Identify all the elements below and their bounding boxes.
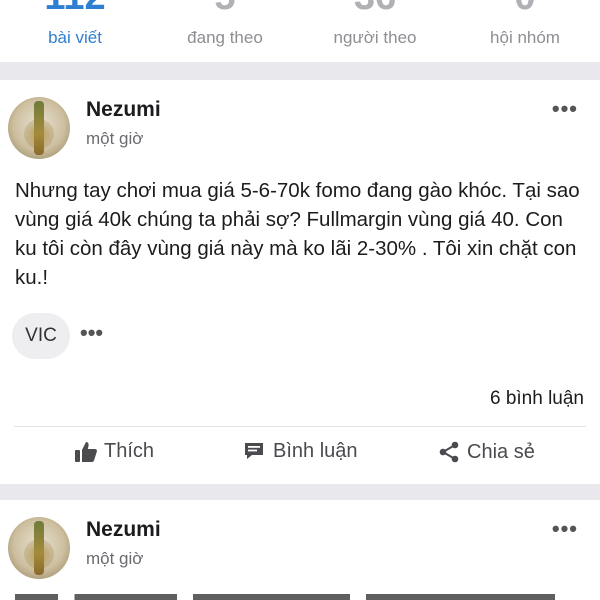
stat-followers-count: 36 bbox=[300, 0, 450, 16]
stat-followers[interactable]: 36 người theo bbox=[300, 0, 450, 62]
like-label: Thích bbox=[104, 440, 155, 462]
post-time: một giờ bbox=[86, 549, 144, 568]
post-author[interactable]: Nezumi bbox=[86, 98, 161, 122]
share-label: Chia sẻ bbox=[467, 440, 535, 463]
stat-groups-label: hội nhóm bbox=[490, 28, 560, 47]
stat-posts-count: 112 bbox=[0, 0, 150, 16]
divider bbox=[14, 426, 586, 427]
post-body: Nhưng tay chơi mua giá 5-6-70k fomo đang… bbox=[15, 179, 580, 289]
avatar[interactable] bbox=[8, 517, 70, 579]
stat-posts-label: bài viết bbox=[48, 28, 102, 47]
post-body-cutoff bbox=[15, 592, 590, 600]
stat-followers-label: người theo bbox=[333, 28, 417, 47]
stat-following[interactable]: 5 đang theo bbox=[150, 0, 300, 62]
comment-button[interactable]: Bình luận bbox=[243, 440, 358, 463]
stat-groups-count: 0 bbox=[450, 0, 600, 16]
comment-count[interactable]: 6 bình luận bbox=[490, 388, 584, 410]
profile-stats-bar: 112 bài viết 5 đang theo 36 người theo 0… bbox=[0, 0, 600, 62]
stat-following-count: 5 bbox=[150, 0, 300, 16]
post-card: Nezumi một giờ ••• bbox=[0, 500, 600, 600]
stat-posts[interactable]: 112 bài viết bbox=[0, 0, 150, 62]
stat-groups[interactable]: 0 hội nhóm bbox=[450, 0, 600, 62]
post-options-button[interactable]: ••• bbox=[552, 96, 578, 122]
share-icon bbox=[439, 441, 459, 463]
stock-tag[interactable]: VIC bbox=[12, 313, 70, 359]
comment-label: Bình luận bbox=[273, 440, 358, 462]
comment-icon bbox=[245, 442, 263, 459]
tag-more-button[interactable]: ••• bbox=[80, 320, 103, 346]
like-button[interactable]: Thích bbox=[74, 440, 154, 463]
share-button[interactable]: Chia sẻ bbox=[437, 440, 535, 464]
avatar[interactable] bbox=[8, 97, 70, 159]
post-actions: Thích Bình luận Chia sẻ bbox=[0, 440, 600, 470]
post-card: Nezumi một giờ ••• Nhưng tay chơi mua gi… bbox=[0, 80, 600, 484]
post-options-button[interactable]: ••• bbox=[552, 516, 578, 542]
thumbs-up-icon bbox=[75, 441, 97, 462]
stat-following-label: đang theo bbox=[187, 28, 263, 47]
post-time: một giờ bbox=[86, 129, 144, 148]
post-author[interactable]: Nezumi bbox=[86, 518, 161, 542]
